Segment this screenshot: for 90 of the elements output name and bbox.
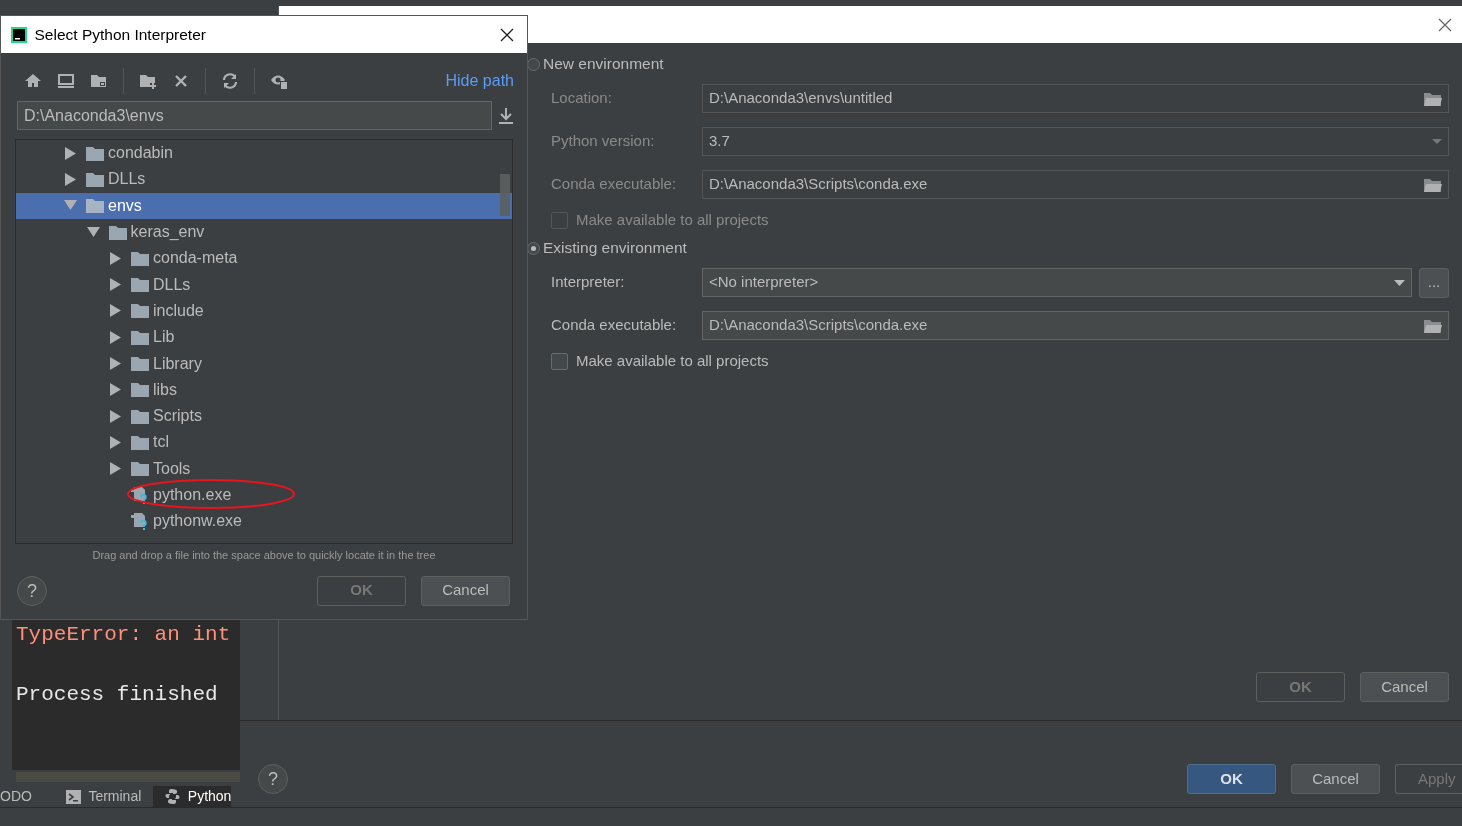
close-icon[interactable] (500, 27, 514, 42)
console-line: TypeError: an int (16, 622, 232, 648)
tool-tab[interactable]: Python (153, 786, 232, 807)
tree-item[interactable]: Library (16, 350, 512, 377)
tree-item[interactable]: include (16, 297, 512, 325)
path-field[interactable]: D:\Anaconda3\Scripts\conda.exe (702, 311, 1449, 340)
folder-icon[interactable] (1423, 317, 1442, 334)
dialog-button[interactable]: OK (1187, 764, 1276, 794)
browse-button[interactable]: ... (1419, 267, 1449, 298)
folder-icon (131, 461, 149, 477)
scrollbar-thumb[interactable] (500, 174, 510, 216)
tree-item[interactable]: condabin (16, 140, 512, 167)
checkbox-label: Make available to all projects (576, 351, 769, 372)
file-icon (131, 512, 149, 531)
home-icon[interactable] (24, 72, 42, 90)
help-button[interactable]: ? (17, 575, 47, 606)
folder-icon (108, 224, 127, 240)
checkbox[interactable] (551, 353, 568, 370)
python-icon (165, 789, 181, 804)
tree-item[interactable]: conda-meta (16, 245, 512, 272)
tree-item[interactable]: libs (16, 376, 512, 403)
folder-icon[interactable] (90, 72, 108, 90)
collapsed-arrow-icon[interactable] (109, 383, 122, 397)
folder-icon (131, 303, 149, 319)
collapsed-arrow-icon[interactable] (109, 357, 122, 370)
collapsed-arrow-icon[interactable] (109, 278, 122, 292)
dialog-button[interactable]: Cancel (1291, 764, 1380, 794)
tree-item[interactable]: DLLs (16, 271, 512, 298)
terminal-icon (65, 789, 81, 804)
folder-icon (131, 250, 149, 266)
expanded-arrow-icon[interactable] (86, 225, 100, 239)
collapsed-arrow-icon[interactable] (109, 251, 122, 265)
tree-item[interactable]: python.exe (16, 481, 512, 509)
radio-label: New environment (543, 54, 664, 75)
collapsed-arrow-icon[interactable] (64, 172, 77, 186)
folder-icon (131, 382, 149, 398)
caret-icon (1432, 139, 1442, 144)
radio-label: Existing environment (543, 238, 687, 259)
checkbox-label: Make available to all projects (576, 210, 769, 231)
path-field[interactable]: D:\Anaconda3\Scripts\conda.exe (702, 170, 1449, 199)
folder-icon (131, 277, 149, 293)
dropdown-field[interactable]: 3.7 (702, 127, 1449, 156)
field-label: Location: (551, 88, 613, 109)
path-field[interactable]: D:\Anaconda3\envs\untitled (702, 84, 1449, 113)
collapsed-arrow-icon[interactable] (109, 462, 122, 476)
download-icon[interactable] (498, 106, 514, 125)
field-label: Conda executable: (551, 174, 678, 195)
folder-icon[interactable] (1423, 90, 1442, 107)
tree-item[interactable]: Lib (16, 324, 512, 351)
tool-tab[interactable]: ODO (0, 786, 54, 807)
refresh-icon[interactable] (221, 72, 239, 90)
tree-item[interactable]: Tools (16, 455, 512, 482)
folder-icon (86, 145, 104, 161)
field-label: Interpreter: (551, 272, 626, 293)
tree-item[interactable]: keras_env (16, 218, 512, 246)
console-line: Process finished (16, 682, 219, 708)
dropdown-field[interactable]: <No interpreter> (702, 268, 1412, 297)
collapsed-arrow-icon[interactable] (109, 330, 122, 344)
folder-icon (86, 171, 104, 187)
field-label: Conda executable: (551, 315, 678, 336)
collapsed-arrow-icon[interactable] (109, 409, 122, 423)
folder-icon (86, 198, 104, 214)
hint-text: Drag and drop a file into the space above to quickly locate it in the tree (91, 548, 437, 563)
folder-icon[interactable] (1423, 176, 1442, 193)
collapsed-arrow-icon[interactable] (109, 435, 122, 449)
tool-tab[interactable]: Terminal (53, 786, 154, 807)
collapsed-arrow-icon[interactable] (64, 146, 77, 160)
field-label: Python version: (551, 131, 656, 152)
folder-icon (131, 434, 149, 450)
checkbox[interactable] (551, 212, 568, 229)
desktop-icon[interactable] (57, 72, 75, 90)
hide-path-link[interactable]: Hide path (445, 69, 514, 93)
tree-item[interactable]: Scripts (16, 402, 512, 430)
dialog-title: Select Python Interpreter (34, 24, 206, 45)
new-folder-icon[interactable] (139, 72, 157, 90)
tree-item[interactable]: pythonw.exe (16, 508, 512, 535)
caret-icon (1393, 279, 1405, 286)
tree-item[interactable]: envs (16, 192, 512, 219)
folder-icon (131, 329, 149, 345)
file-icon (131, 486, 149, 504)
folder-icon (131, 408, 149, 424)
path-field[interactable]: D:\Anaconda3\envs (17, 101, 492, 130)
tree-item[interactable]: tcl (16, 429, 512, 456)
tree-item[interactable]: DLLs (16, 166, 512, 193)
app-logo-icon (11, 26, 27, 43)
folder-icon (131, 356, 149, 371)
help-button[interactable]: ? (258, 764, 288, 794)
dialog-button[interactable]: Cancel (421, 575, 510, 606)
collapsed-arrow-icon[interactable] (109, 304, 122, 318)
dialog-button[interactable]: Cancel (1360, 672, 1449, 702)
